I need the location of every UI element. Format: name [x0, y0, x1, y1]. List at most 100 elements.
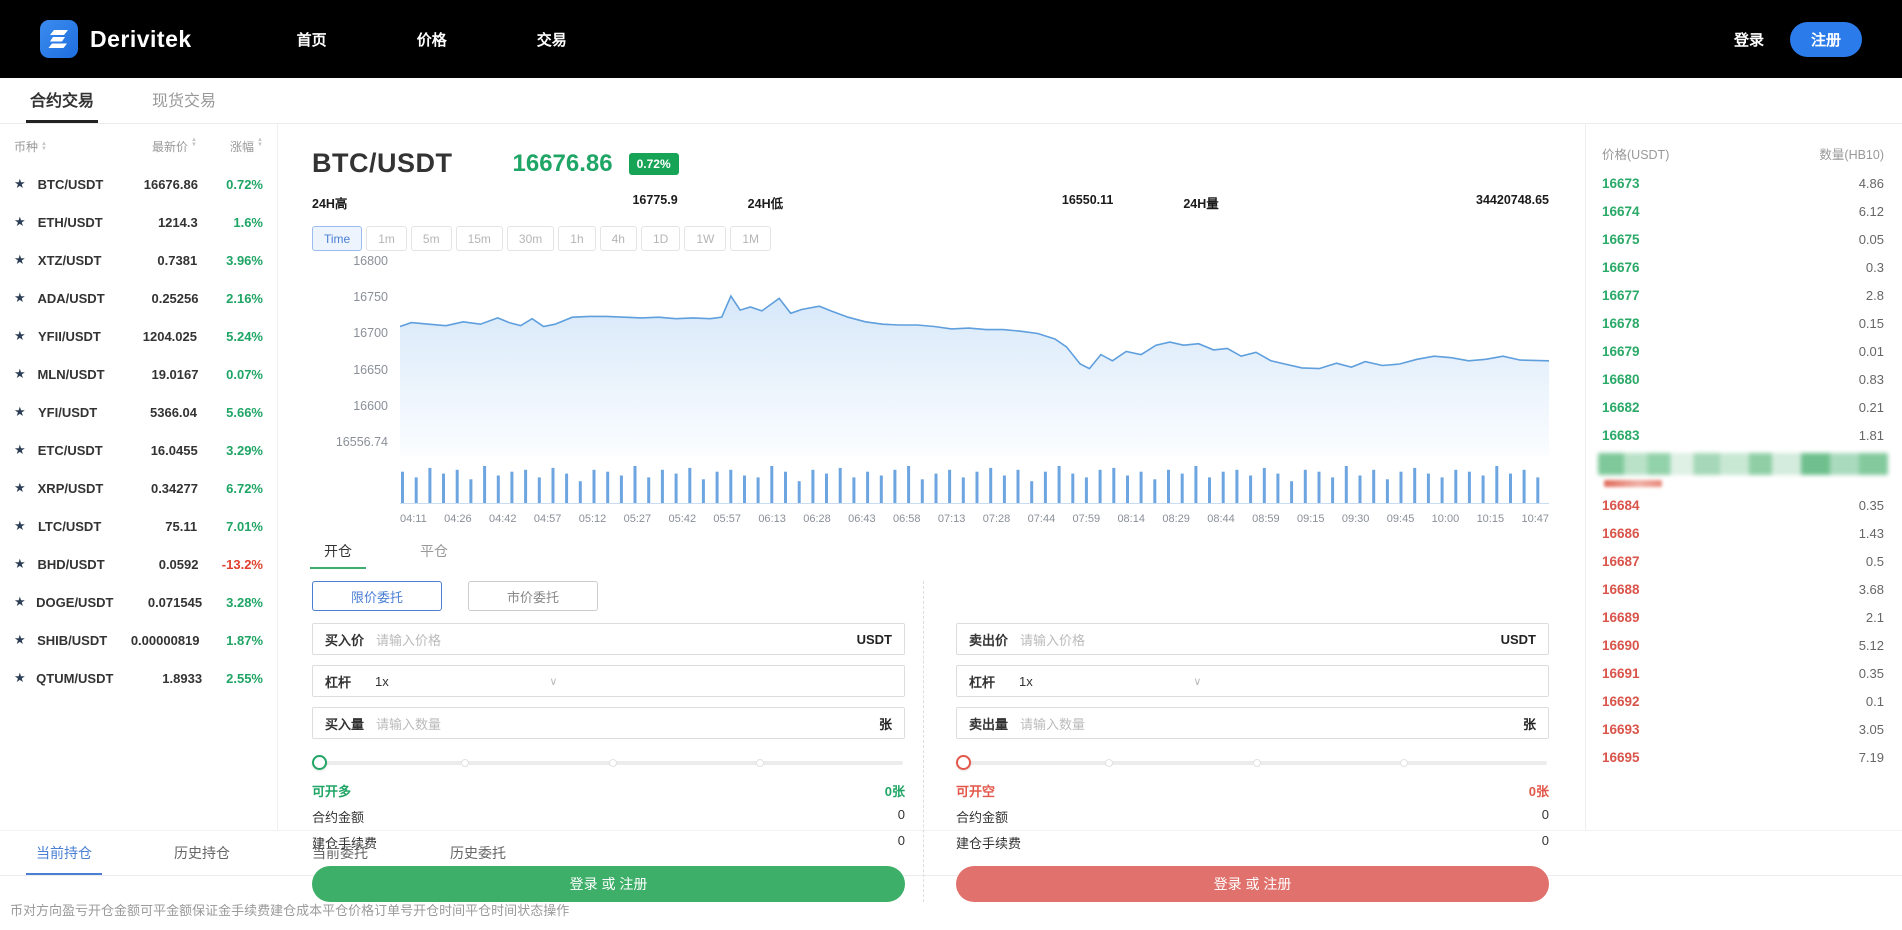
trade-tab[interactable]: 开仓: [316, 535, 360, 569]
favorite-star-icon[interactable]: ★: [14, 404, 38, 420]
orderbook-row[interactable]: 16690 5.12: [1602, 631, 1884, 659]
volume-bars-chart[interactable]: [400, 462, 1549, 504]
sell-login-register-button[interactable]: 登录 或 注册: [956, 866, 1549, 902]
watchlist-row[interactable]: ★ ADA/USDT 0.25256 2.16%: [0, 279, 277, 317]
order-type-button[interactable]: 限价委托: [312, 581, 442, 611]
orderbook-row[interactable]: 16684 0.35: [1602, 491, 1884, 519]
brand-logo-icon[interactable]: [40, 20, 78, 58]
interval-button[interactable]: 4h: [600, 226, 637, 251]
watchlist-row[interactable]: ★ QTUM/USDT 1.8933 2.55%: [0, 659, 277, 697]
orderbook-row[interactable]: 16686 1.43: [1602, 519, 1884, 547]
sort-icon[interactable]: ▲▼: [257, 138, 263, 155]
market-tab[interactable]: 现货交易: [152, 87, 216, 123]
favorite-star-icon[interactable]: ★: [14, 594, 36, 610]
orderbook-row[interactable]: 16683 1.81: [1602, 421, 1884, 449]
positions-tab[interactable]: 历史持仓: [172, 831, 232, 875]
sell-qty-field[interactable]: 卖出量 请输入数量 张: [956, 707, 1549, 739]
nav-item[interactable]: 交易: [537, 29, 567, 50]
orderbook-blurred-row: [1598, 453, 1888, 475]
trade-tab[interactable]: 平仓: [412, 535, 456, 569]
slider-thumb[interactable]: [956, 755, 971, 770]
coin-change: -13.2%: [198, 557, 263, 572]
x-axis-label: 10:47: [1521, 513, 1549, 525]
interval-button[interactable]: 15m: [456, 226, 503, 251]
buy-login-register-button[interactable]: 登录 或 注册: [312, 866, 905, 902]
slider-thumb[interactable]: [312, 755, 327, 770]
register-button[interactable]: 注册: [1790, 22, 1862, 57]
price-chart[interactable]: 168001675016700166501660016556.74: [312, 261, 1549, 456]
watchlist-row[interactable]: ★ YFII/USDT 1204.025 5.24%: [0, 317, 277, 355]
orderbook-row[interactable]: 16677 2.8: [1602, 281, 1884, 309]
buy-leverage-select[interactable]: 杠杆 1x ∨: [312, 665, 905, 697]
nav-item[interactable]: 首页: [297, 29, 327, 50]
x-axis-label: 07:44: [1028, 513, 1056, 525]
watchlist-row[interactable]: ★ BHD/USDT 0.0592 -13.2%: [0, 545, 277, 583]
buy-qty-field[interactable]: 买入量 请输入数量 张: [312, 707, 905, 739]
favorite-star-icon[interactable]: ★: [14, 214, 38, 230]
positions-tab[interactable]: 历史委托: [448, 831, 508, 875]
y-axis-label: 16700: [353, 326, 388, 340]
favorite-star-icon[interactable]: ★: [14, 518, 38, 534]
order-type-button[interactable]: 市价委托: [468, 581, 598, 611]
orderbook-row[interactable]: 16689 2.1: [1602, 603, 1884, 631]
orderbook-row[interactable]: 16695 7.19: [1602, 743, 1884, 771]
favorite-star-icon[interactable]: ★: [14, 366, 37, 382]
interval-button[interactable]: Time: [312, 226, 362, 251]
watchlist-row[interactable]: ★ XTZ/USDT 0.7381 3.96%: [0, 241, 277, 279]
market-tab[interactable]: 合约交易: [30, 87, 94, 123]
watchlist-row[interactable]: ★ ETC/USDT 16.0455 3.29%: [0, 431, 277, 469]
orderbook-row[interactable]: 16673 4.86: [1602, 169, 1884, 197]
sort-icon[interactable]: ▲▼: [41, 142, 47, 152]
orderbook-row[interactable]: 16692 0.1: [1602, 687, 1884, 715]
sell-leverage-select[interactable]: 杠杆 1x ∨: [956, 665, 1549, 697]
favorite-star-icon[interactable]: ★: [14, 252, 38, 268]
positions-tab[interactable]: 当前持仓: [34, 831, 94, 875]
positions-column-header: 平仓时间: [465, 900, 517, 919]
favorite-star-icon[interactable]: ★: [14, 328, 38, 344]
interval-button[interactable]: 1W: [684, 226, 726, 251]
watchlist-row[interactable]: ★ ETH/USDT 1214.3 1.6%: [0, 203, 277, 241]
coin-change: 3.29%: [198, 443, 263, 458]
orderbook-row[interactable]: 16676 0.3: [1602, 253, 1884, 281]
sell-price-field[interactable]: 卖出价 请输入价格 USDT: [956, 623, 1549, 655]
brand-name[interactable]: Derivitek: [90, 26, 192, 53]
interval-button[interactable]: 30m: [507, 226, 554, 251]
interval-button[interactable]: 1m: [366, 226, 407, 251]
orderbook-row[interactable]: 16679 0.01: [1602, 337, 1884, 365]
orderbook-row[interactable]: 16680 0.83: [1602, 365, 1884, 393]
watchlist-row[interactable]: ★ BTC/USDT 16676.86 0.72%: [0, 165, 277, 203]
interval-button[interactable]: 1h: [558, 226, 595, 251]
favorite-star-icon[interactable]: ★: [14, 670, 36, 686]
orderbook-row[interactable]: 16675 0.05: [1602, 225, 1884, 253]
price-line-chart[interactable]: [400, 261, 1549, 456]
login-link[interactable]: 登录: [1734, 29, 1764, 50]
favorite-star-icon[interactable]: ★: [14, 556, 37, 572]
watchlist-row[interactable]: ★ MLN/USDT 19.0167 0.07%: [0, 355, 277, 393]
orderbook-row[interactable]: 16682 0.21: [1602, 393, 1884, 421]
watchlist-row[interactable]: ★ SHIB/USDT 0.00000819 1.87%: [0, 621, 277, 659]
watchlist-row[interactable]: ★ DOGE/USDT 0.071545 3.28%: [0, 583, 277, 621]
orderbook-row[interactable]: 16693 3.05: [1602, 715, 1884, 743]
buy-amount-slider[interactable]: [314, 755, 903, 771]
interval-button[interactable]: 1M: [730, 226, 771, 251]
favorite-star-icon[interactable]: ★: [14, 176, 38, 192]
watchlist-row[interactable]: ★ LTC/USDT 75.11 7.01%: [0, 507, 277, 545]
nav-item[interactable]: 价格: [417, 29, 447, 50]
orderbook-row[interactable]: 16688 3.68: [1602, 575, 1884, 603]
watchlist-row[interactable]: ★ XRP/USDT 0.34277 6.72%: [0, 469, 277, 507]
orderbook-row[interactable]: 16687 0.5: [1602, 547, 1884, 575]
favorite-star-icon[interactable]: ★: [14, 632, 37, 648]
favorite-star-icon[interactable]: ★: [14, 290, 37, 306]
orderbook-qty-header: 数量(HB10): [1819, 144, 1884, 163]
interval-button[interactable]: 5m: [411, 226, 452, 251]
interval-button[interactable]: 1D: [641, 226, 680, 251]
positions-tab[interactable]: 当前委托: [310, 831, 370, 875]
buy-price-field[interactable]: 买入价 请输入价格 USDT: [312, 623, 905, 655]
orderbook-row[interactable]: 16691 0.35: [1602, 659, 1884, 687]
favorite-star-icon[interactable]: ★: [14, 442, 38, 458]
watchlist-row[interactable]: ★ YFI/USDT 5366.04 5.66%: [0, 393, 277, 431]
sell-amount-slider[interactable]: [958, 755, 1547, 771]
favorite-star-icon[interactable]: ★: [14, 480, 38, 496]
orderbook-row[interactable]: 16678 0.15: [1602, 309, 1884, 337]
orderbook-row[interactable]: 16674 6.12: [1602, 197, 1884, 225]
